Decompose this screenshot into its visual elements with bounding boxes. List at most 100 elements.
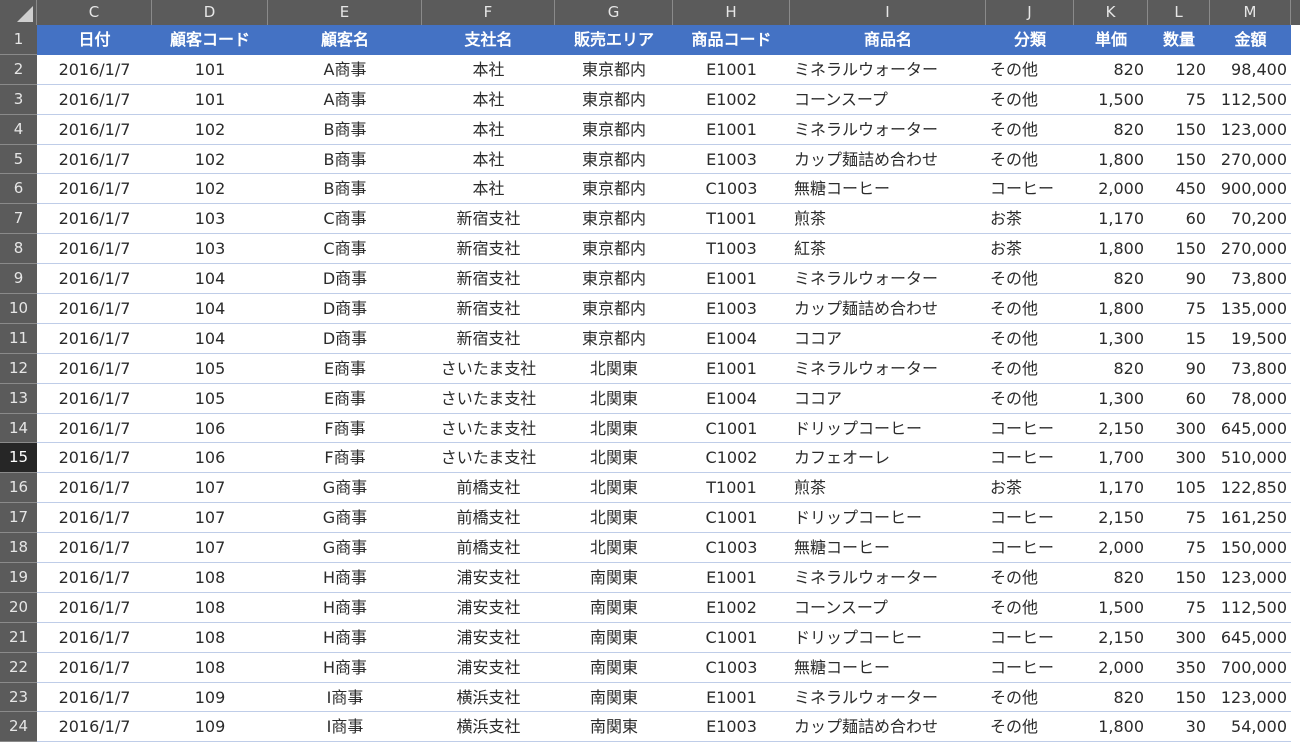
cell-unit-price[interactable]: 1,800 (1074, 234, 1148, 265)
cell-unit-price[interactable]: 1,500 (1074, 593, 1148, 623)
cell-unit-price[interactable]: 1,800 (1074, 294, 1148, 324)
cell-unit-price[interactable]: 2,150 (1074, 503, 1148, 534)
cell-customer-name[interactable]: G商事 (268, 473, 422, 504)
row-header[interactable]: 15 (0, 443, 37, 474)
cell-category[interactable]: コーヒー (986, 533, 1074, 564)
cell-product-code[interactable]: C1001 (673, 414, 790, 444)
cell-unit-price[interactable]: 2,150 (1074, 623, 1148, 653)
cell-sales-area[interactable]: 北関東 (555, 443, 673, 474)
cell-amount[interactable]: 645,000 (1210, 623, 1291, 653)
cell-date[interactable]: 2016/1/7 (37, 653, 152, 683)
cell-amount[interactable]: 645,000 (1210, 414, 1291, 444)
cell-product-code[interactable]: T1003 (673, 234, 790, 265)
cell-date[interactable]: 2016/1/7 (37, 85, 152, 115)
header-cell-branch[interactable]: 支社名 (422, 25, 555, 55)
cell-customer-code[interactable]: 105 (152, 354, 268, 384)
row-header[interactable]: 1 (0, 25, 37, 55)
cell-product-name[interactable]: ミネラルウォーター (790, 115, 986, 145)
cell-date[interactable]: 2016/1/7 (37, 204, 152, 235)
cell-product-code[interactable]: C1001 (673, 503, 790, 534)
cell-quantity[interactable]: 150 (1148, 234, 1210, 265)
cell-product-name[interactable]: 紅茶 (790, 234, 986, 265)
cell-unit-price[interactable]: 2,000 (1074, 533, 1148, 564)
cell-unit-price[interactable]: 1,300 (1074, 384, 1148, 414)
cell-date[interactable]: 2016/1/7 (37, 174, 152, 205)
cell-product-name[interactable]: ドリップコーヒー (790, 503, 986, 534)
cell-category[interactable]: その他 (986, 294, 1074, 324)
header-cell-product-code[interactable]: 商品コード (673, 25, 790, 55)
cell-category[interactable]: その他 (986, 55, 1074, 85)
cell-unit-price[interactable]: 820 (1074, 354, 1148, 384)
cell-date[interactable]: 2016/1/7 (37, 264, 152, 295)
cell-customer-name[interactable]: A商事 (268, 85, 422, 115)
cell-unit-price[interactable]: 2,000 (1074, 653, 1148, 683)
column-header-E[interactable]: E (268, 0, 422, 25)
cell-customer-name[interactable]: E商事 (268, 354, 422, 384)
row-header[interactable]: 2 (0, 54, 37, 85)
cell-amount[interactable]: 123,000 (1210, 683, 1291, 713)
cell-customer-name[interactable]: E商事 (268, 384, 422, 414)
cell-amount[interactable]: 73,800 (1210, 354, 1291, 384)
cell-quantity[interactable]: 60 (1148, 204, 1210, 235)
row-header[interactable]: 4 (0, 114, 37, 145)
cell-quantity[interactable]: 300 (1148, 414, 1210, 444)
column-header-D[interactable]: D (152, 0, 268, 25)
cell-product-name[interactable]: ドリップコーヒー (790, 623, 986, 653)
cell-product-name[interactable]: ココア (790, 324, 986, 354)
cell-sales-area[interactable]: 北関東 (555, 503, 673, 534)
cell-amount[interactable]: 123,000 (1210, 115, 1291, 145)
cell-sales-area[interactable]: 東京都内 (555, 115, 673, 145)
cell-sales-area[interactable]: 北関東 (555, 414, 673, 444)
cell-product-code[interactable]: T1001 (673, 473, 790, 504)
cell-category[interactable]: その他 (986, 264, 1074, 295)
cell-category[interactable]: その他 (986, 563, 1074, 593)
cell-product-code[interactable]: T1001 (673, 204, 790, 235)
cell-category[interactable]: その他 (986, 683, 1074, 713)
cell-branch[interactable]: 新宿支社 (422, 234, 555, 265)
cell-quantity[interactable]: 150 (1148, 563, 1210, 593)
cell-customer-name[interactable]: B商事 (268, 145, 422, 175)
header-cell-category[interactable]: 分類 (986, 25, 1074, 55)
row-header[interactable]: 6 (0, 174, 37, 205)
cell-customer-code[interactable]: 107 (152, 503, 268, 534)
cell-customer-name[interactable]: H商事 (268, 653, 422, 683)
cell-unit-price[interactable]: 1,300 (1074, 324, 1148, 354)
cell-amount[interactable]: 135,000 (1210, 294, 1291, 324)
cell-customer-code[interactable]: 104 (152, 264, 268, 295)
header-cell-customer-code[interactable]: 顧客コード (152, 25, 268, 55)
header-cell-product-name[interactable]: 商品名 (790, 25, 986, 55)
cell-product-name[interactable]: ミネラルウォーター (790, 354, 986, 384)
cell-customer-name[interactable]: D商事 (268, 264, 422, 295)
cell-branch[interactable]: 本社 (422, 115, 555, 145)
cell-product-code[interactable]: E1002 (673, 85, 790, 115)
cell-branch[interactable]: さいたま支社 (422, 354, 555, 384)
cell-customer-code[interactable]: 103 (152, 234, 268, 265)
cell-amount[interactable]: 123,000 (1210, 563, 1291, 593)
cell-category[interactable]: コーヒー (986, 414, 1074, 444)
cell-product-code[interactable]: C1002 (673, 443, 790, 474)
cell-sales-area[interactable]: 北関東 (555, 384, 673, 414)
row-header[interactable]: 17 (0, 503, 37, 534)
row-header[interactable]: 9 (0, 264, 37, 295)
cell-category[interactable]: その他 (986, 593, 1074, 623)
cell-category[interactable]: コーヒー (986, 623, 1074, 653)
header-cell-sales-area[interactable]: 販売エリア (555, 25, 673, 55)
cell-branch[interactable]: 本社 (422, 145, 555, 175)
column-header-G[interactable]: G (555, 0, 673, 25)
cell-product-name[interactable]: カフェオーレ (790, 443, 986, 474)
row-header[interactable]: 13 (0, 383, 37, 414)
cell-category[interactable]: お茶 (986, 473, 1074, 504)
header-cell-unit-price[interactable]: 単価 (1074, 25, 1148, 55)
cell-branch[interactable]: 新宿支社 (422, 264, 555, 295)
cell-sales-area[interactable]: 北関東 (555, 533, 673, 564)
cell-amount[interactable]: 112,500 (1210, 85, 1291, 115)
cell-product-name[interactable]: カップ麺詰め合わせ (790, 294, 986, 324)
cell-amount[interactable]: 510,000 (1210, 443, 1291, 474)
cell-customer-name[interactable]: H商事 (268, 623, 422, 653)
cell-customer-code[interactable]: 106 (152, 443, 268, 474)
cell-product-name[interactable]: ココア (790, 384, 986, 414)
cell-product-name[interactable]: 煎茶 (790, 204, 986, 235)
cell-branch[interactable]: 浦安支社 (422, 593, 555, 623)
cell-customer-code[interactable]: 103 (152, 204, 268, 235)
cell-date[interactable]: 2016/1/7 (37, 354, 152, 384)
